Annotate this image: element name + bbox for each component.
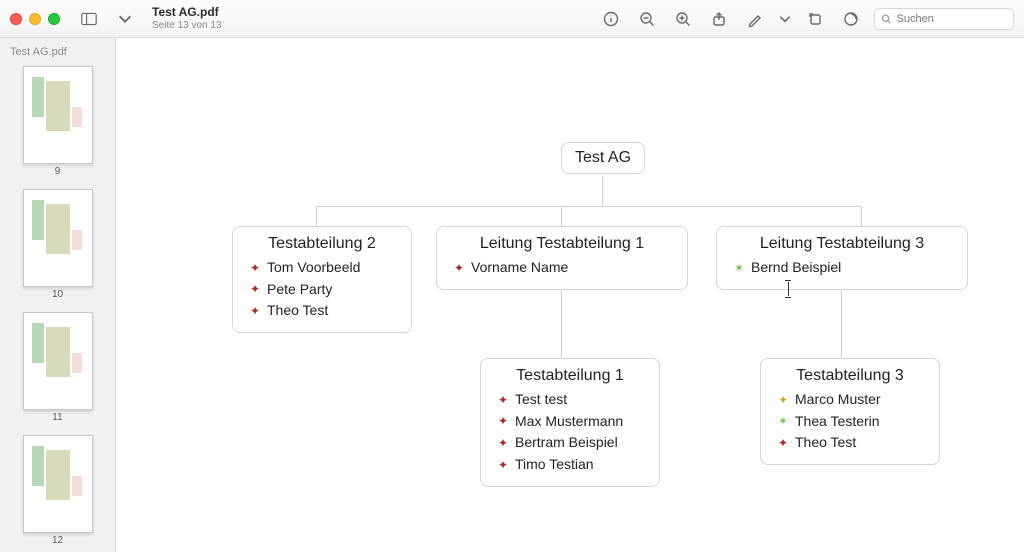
org-member: ✦ Pete Party bbox=[247, 279, 397, 301]
org-node-title: Leitung Testabteilung 1 bbox=[451, 235, 673, 253]
org-node: Leitung Testabteilung 1 ✦ Vorname Name bbox=[436, 226, 688, 290]
org-member-name: Bertram Beispiel bbox=[515, 432, 618, 454]
org-node: Testabteilung 2 ✦ Tom Voorbeeld ✦ Pete Par… bbox=[232, 226, 412, 333]
org-node: Testabteilung 1 ✦ Test test ✦ Max Musterma… bbox=[480, 358, 660, 487]
titlebar: Test AG.pdf Seite 13 von 13 bbox=[0, 0, 1024, 38]
zoom-in-button[interactable] bbox=[670, 7, 696, 31]
share-button[interactable] bbox=[706, 7, 732, 31]
org-member-name: Theo Test bbox=[267, 300, 328, 322]
org-node-title: Test AG bbox=[572, 149, 634, 167]
org-member: ✦ Bertram Beispiel bbox=[495, 432, 645, 454]
org-node-title: Testabteilung 2 bbox=[247, 235, 397, 253]
page-thumbnail-number: 12 bbox=[0, 535, 115, 546]
org-member-name: Test test bbox=[515, 389, 567, 411]
marker-icon: ✦ bbox=[249, 259, 261, 278]
marker-icon: ✦ bbox=[497, 412, 509, 431]
marker-icon: ✦ bbox=[497, 434, 509, 453]
connector-line bbox=[841, 285, 842, 358]
page-thumbnail-number: 10 bbox=[0, 289, 115, 300]
sidebar-toggle-button[interactable] bbox=[76, 7, 102, 31]
org-member-name: Marco Muster bbox=[795, 389, 881, 411]
marker-icon: ✶ bbox=[733, 259, 745, 278]
document-subtitle: Seite 13 von 13 bbox=[152, 20, 222, 31]
minimize-window-button[interactable] bbox=[29, 13, 41, 25]
connector-line bbox=[561, 206, 562, 226]
org-member: ✦ Vorname Name bbox=[451, 257, 673, 279]
marker-icon: ✦ bbox=[777, 391, 789, 410]
org-member-name: Tom Voorbeeld bbox=[267, 257, 360, 279]
org-member: ✦ Max Mustermann bbox=[495, 411, 645, 433]
org-member-name: Timo Testian bbox=[515, 454, 594, 476]
marker-icon: ✦ bbox=[249, 280, 261, 299]
thumbnail-sidebar: Test AG.pdf 9 10 11 12 bbox=[0, 38, 116, 552]
markup-button[interactable] bbox=[742, 7, 768, 31]
org-member: ✦ Theo Test bbox=[247, 300, 397, 322]
zoom-out-button[interactable] bbox=[634, 7, 660, 31]
window-controls bbox=[10, 13, 60, 25]
document-title-block: Test AG.pdf Seite 13 von 13 bbox=[152, 6, 222, 30]
marker-icon: ✶ bbox=[777, 412, 789, 431]
org-node: Leitung Testabteilung 3 ✶ Bernd Beispiel bbox=[716, 226, 968, 290]
sidebar-filename: Test AG.pdf bbox=[0, 42, 115, 66]
highlight-button[interactable] bbox=[838, 7, 864, 31]
marker-icon: ✦ bbox=[249, 302, 261, 321]
page-thumbnail[interactable] bbox=[23, 189, 93, 287]
org-member: ✦ Marco Muster bbox=[775, 389, 925, 411]
org-member: ✦ Tom Voorbeeld bbox=[247, 257, 397, 279]
org-node-title: Testabteilung 1 bbox=[495, 367, 645, 385]
marker-icon: ✦ bbox=[453, 259, 465, 278]
org-member-name: Max Mustermann bbox=[515, 411, 623, 433]
org-member: ✶ Thea Testerin bbox=[775, 411, 925, 433]
page-thumbnail[interactable] bbox=[23, 66, 93, 164]
marker-icon: ✦ bbox=[497, 391, 509, 410]
org-member-name: Pete Party bbox=[267, 279, 332, 301]
search-icon bbox=[881, 13, 892, 25]
document-canvas[interactable]: Test AG Testabteilung 2 ✦ Tom Voorbeeld ✦… bbox=[116, 38, 1024, 552]
marker-icon: ✦ bbox=[777, 434, 789, 453]
org-member: ✦ Test test bbox=[495, 389, 645, 411]
page-thumbnail[interactable] bbox=[23, 435, 93, 533]
markup-chevron[interactable] bbox=[778, 7, 792, 31]
connector-line bbox=[316, 206, 861, 207]
search-input[interactable] bbox=[897, 13, 1007, 25]
org-member-name: Bernd Beispiel bbox=[751, 257, 841, 279]
org-node-title: Testabteilung 3 bbox=[775, 367, 925, 385]
sidebar-mode-chevron[interactable] bbox=[112, 7, 138, 31]
connector-line bbox=[861, 206, 862, 226]
info-button[interactable] bbox=[598, 7, 624, 31]
connector-line bbox=[561, 285, 562, 358]
org-member: ✦ Theo Test bbox=[775, 432, 925, 454]
org-member: ✦ Timo Testian bbox=[495, 454, 645, 476]
org-member-name: Vorname Name bbox=[471, 257, 568, 279]
connector-line bbox=[316, 206, 317, 226]
org-member-name: Thea Testerin bbox=[795, 411, 880, 433]
document-title: Test AG.pdf bbox=[152, 6, 222, 19]
org-member-name: Theo Test bbox=[795, 432, 856, 454]
connector-line bbox=[602, 176, 603, 206]
search-field[interactable] bbox=[874, 8, 1014, 30]
close-window-button[interactable] bbox=[10, 13, 22, 25]
org-node: Testabteilung 3 ✦ Marco Muster ✶ Thea Test… bbox=[760, 358, 940, 465]
page-thumbnail[interactable] bbox=[23, 312, 93, 410]
page-thumbnail-number: 11 bbox=[0, 412, 115, 423]
org-node-title: Leitung Testabteilung 3 bbox=[731, 235, 953, 253]
org-member: ✶ Bernd Beispiel bbox=[731, 257, 953, 279]
text-caret-icon bbox=[788, 282, 789, 296]
zoom-window-button[interactable] bbox=[48, 13, 60, 25]
org-node-root: Test AG bbox=[561, 142, 645, 174]
marker-icon: ✦ bbox=[497, 456, 509, 475]
page-thumbnail-number: 9 bbox=[0, 166, 115, 177]
rotate-button[interactable] bbox=[802, 7, 828, 31]
